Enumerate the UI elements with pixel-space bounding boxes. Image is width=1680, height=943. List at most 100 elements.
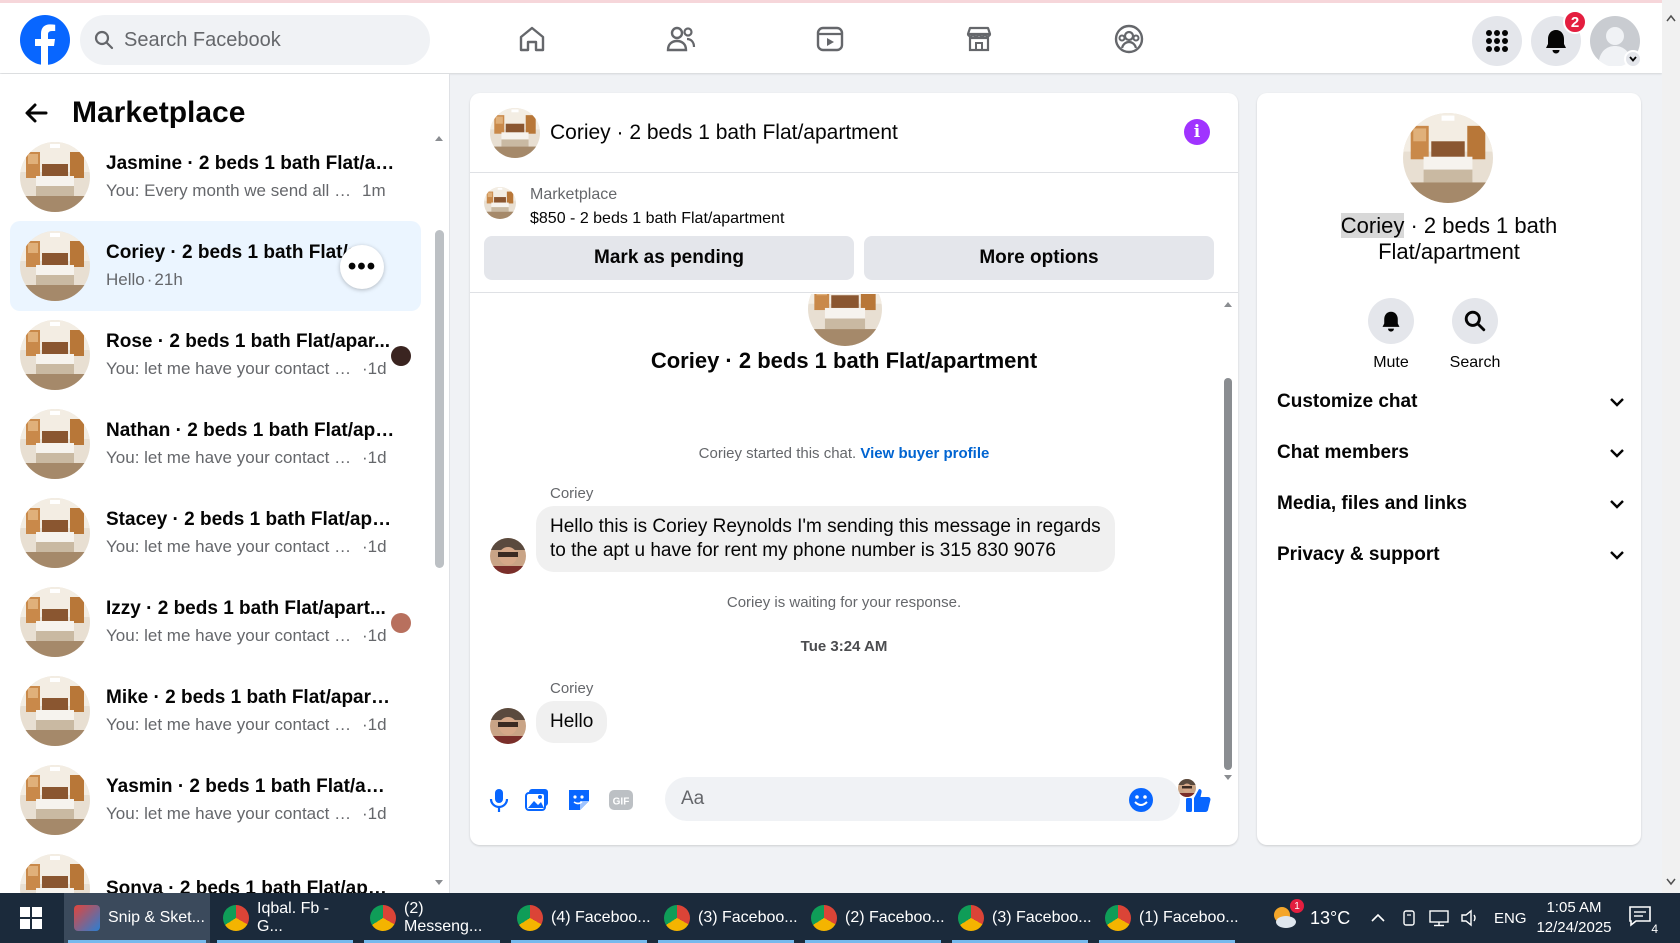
view-buyer-profile-link[interactable]: View buyer profile — [860, 445, 989, 462]
chat-members-section[interactable]: Chat members — [1277, 433, 1625, 473]
chat-scrollbar[interactable] — [1220, 294, 1236, 784]
listing-thumbnail — [20, 409, 90, 479]
sender-name: Coriey — [550, 485, 594, 502]
message-bubble[interactable]: Hello — [536, 701, 608, 743]
media-files-links-section[interactable]: Media, files and links — [1277, 484, 1625, 524]
clock-time: 1:05 AM — [1546, 899, 1602, 916]
customize-chat-section[interactable]: Customize chat — [1277, 382, 1625, 422]
conversation-item[interactable]: Yasmin · 2 beds 1 bath Flat/apart... You… — [10, 755, 421, 845]
taskbar-app-chrome[interactable]: (1) Faceboo... — [1095, 893, 1239, 943]
conversation-item[interactable]: Izzy · 2 beds 1 bath Flat/apart... You: … — [10, 577, 421, 667]
menu-grid-button[interactable] — [1472, 16, 1522, 66]
conversation-item[interactable]: Rose · 2 beds 1 bath Flat/apar... You: l… — [10, 310, 421, 400]
home-icon[interactable] — [514, 21, 550, 57]
search-bar[interactable]: Search Facebook — [80, 15, 430, 65]
conversation-name: Jasmine · 2 beds 1 bath Flat/apa... — [106, 153, 396, 174]
listing-label: Marketplace — [530, 186, 618, 203]
seen-avatar — [391, 346, 411, 366]
chat-thumbnail[interactable] — [490, 108, 540, 158]
taskbar-app-label: (1) Faceboo... — [1139, 909, 1239, 926]
listing-thumbnail[interactable] — [484, 187, 516, 219]
contact-avatar[interactable] — [1403, 113, 1493, 203]
snip-sketch-icon — [74, 905, 100, 931]
sender-avatar[interactable] — [490, 538, 526, 574]
chat-details-panel: Coriey · 2 beds 1 bath Flat/apartment Mu… — [1257, 93, 1641, 845]
taskbar-app-chrome[interactable]: (4) Faceboo... — [507, 893, 651, 943]
taskbar-app-label: (3) Faceboo... — [698, 909, 798, 926]
bell-icon — [1546, 30, 1566, 54]
marketplace-icon[interactable] — [961, 21, 997, 57]
facebook-logo-icon[interactable] — [20, 15, 70, 65]
chrome-icon — [811, 905, 837, 931]
language-indicator[interactable]: ENG — [1494, 893, 1527, 943]
search-in-chat-button[interactable]: Search — [1445, 298, 1505, 372]
more-options-dots-icon[interactable]: ••• — [340, 245, 384, 289]
sender-name: Coriey — [550, 680, 594, 697]
conversation-preview: You: let me have your contact num... — [106, 715, 356, 734]
sidebar-scrollbar[interactable] — [432, 134, 446, 889]
conversation-item[interactable]: Nathan · 2 beds 1 bath Flat/apar... You:… — [10, 399, 421, 489]
waiting-notice: Coriey is waiting for your response. — [726, 594, 962, 611]
sticker-icon[interactable] — [564, 785, 594, 815]
volume-icon[interactable] — [1460, 893, 1482, 943]
search-input[interactable]: Search Facebook — [124, 29, 281, 52]
conversation-item[interactable]: Jasmine · 2 beds 1 bath Flat/apa... You:… — [10, 132, 421, 222]
chat-title[interactable]: Coriey · 2 beds 1 bath Flat/apartment — [550, 121, 898, 145]
message-input[interactable]: Aa — [665, 777, 1180, 821]
conversation-item-active[interactable]: Coriey · 2 beds 1 bath Flat/ar Hello · 21h… — [10, 221, 421, 311]
conversation-item[interactable]: Sonya · 2 beds 1 bath Flat/apart... — [10, 844, 421, 893]
privacy-support-section[interactable]: Privacy & support — [1277, 535, 1625, 575]
notifications-button[interactable]: 2 — [1531, 10, 1587, 66]
conversation-time: ·1d — [362, 359, 387, 378]
message-line: Hello this is Coriey Reynolds I'm sendin… — [550, 516, 1101, 537]
info-icon[interactable]: i — [1184, 119, 1210, 145]
sender-avatar[interactable] — [490, 708, 526, 744]
show-hidden-icons-button[interactable] — [1370, 893, 1386, 943]
friends-icon[interactable] — [663, 21, 699, 57]
account-avatar[interactable] — [1590, 16, 1642, 68]
network-icon[interactable] — [1428, 893, 1450, 943]
conversation-name: Yasmin · 2 beds 1 bath Flat/apart... — [106, 776, 396, 797]
gif-icon[interactable]: GIF — [606, 785, 636, 815]
video-icon[interactable] — [812, 21, 848, 57]
taskbar-app-chrome[interactable]: (2) Faceboo... — [801, 893, 945, 943]
listing-thumbnail — [20, 676, 90, 746]
thumbs-up-icon[interactable] — [1183, 785, 1213, 815]
back-arrow-icon[interactable] — [24, 101, 48, 125]
tray-device-icon[interactable] — [1400, 893, 1418, 943]
page-scrollbar[interactable] — [1662, 0, 1680, 893]
taskbar-app-chrome[interactable]: Iqbal. Fb - G... — [213, 893, 357, 943]
message-bubble[interactable]: Hello this is Coriey Reynolds I'm sendin… — [536, 506, 1115, 572]
weather-badge: 1 — [1290, 899, 1304, 913]
chrome-icon — [664, 905, 690, 931]
start-button[interactable] — [0, 893, 62, 943]
conversation-item[interactable]: Mike · 2 beds 1 bath Flat/apartm... You:… — [10, 666, 421, 756]
mark-as-pending-button[interactable]: Mark as pending — [484, 236, 854, 280]
listing-thumbnail — [20, 142, 90, 212]
taskbar-app-chrome[interactable]: (3) Faceboo... — [948, 893, 1092, 943]
taskbar-app-label: (2) Messeng... — [404, 900, 483, 935]
mute-button[interactable]: Mute — [1361, 298, 1421, 372]
message-line: to the apt u have for rent my phone numb… — [550, 540, 1056, 561]
groups-icon[interactable] — [1111, 21, 1147, 57]
conversation-item[interactable]: Stacey · 2 beds 1 bath Flat/apart... You… — [10, 488, 421, 578]
chevron-down-icon — [1610, 551, 1624, 560]
microphone-icon[interactable] — [484, 785, 514, 815]
section-label: Chat members — [1277, 442, 1409, 463]
action-center-button[interactable]: 4 — [1628, 893, 1658, 943]
taskbar-app-snip[interactable]: Snip & Sket... — [64, 893, 210, 943]
windows-taskbar: Snip & Sket... Iqbal. Fb - G... (2) Mess… — [0, 893, 1680, 943]
taskbar-app-chrome[interactable]: (2) Messeng... — [360, 893, 504, 943]
chrome-icon — [517, 905, 543, 931]
conversation-separator: · — [146, 270, 153, 289]
section-label: Media, files and links — [1277, 493, 1468, 514]
listing-thumbnail — [20, 231, 90, 301]
system-clock[interactable]: 1:05 AM 12/24/2025 — [1534, 893, 1614, 943]
taskbar-app-chrome[interactable]: (3) Faceboo... — [654, 893, 798, 943]
more-options-button[interactable]: More options — [864, 236, 1214, 280]
emoji-icon[interactable] — [1126, 785, 1156, 815]
taskbar-app-label: Iqbal. Fb - G... — [257, 900, 330, 935]
message-timestamp: Tue 3:24 AM — [800, 638, 888, 655]
weather-widget[interactable]: 1 13°C — [1270, 893, 1350, 943]
photo-icon[interactable] — [522, 785, 552, 815]
